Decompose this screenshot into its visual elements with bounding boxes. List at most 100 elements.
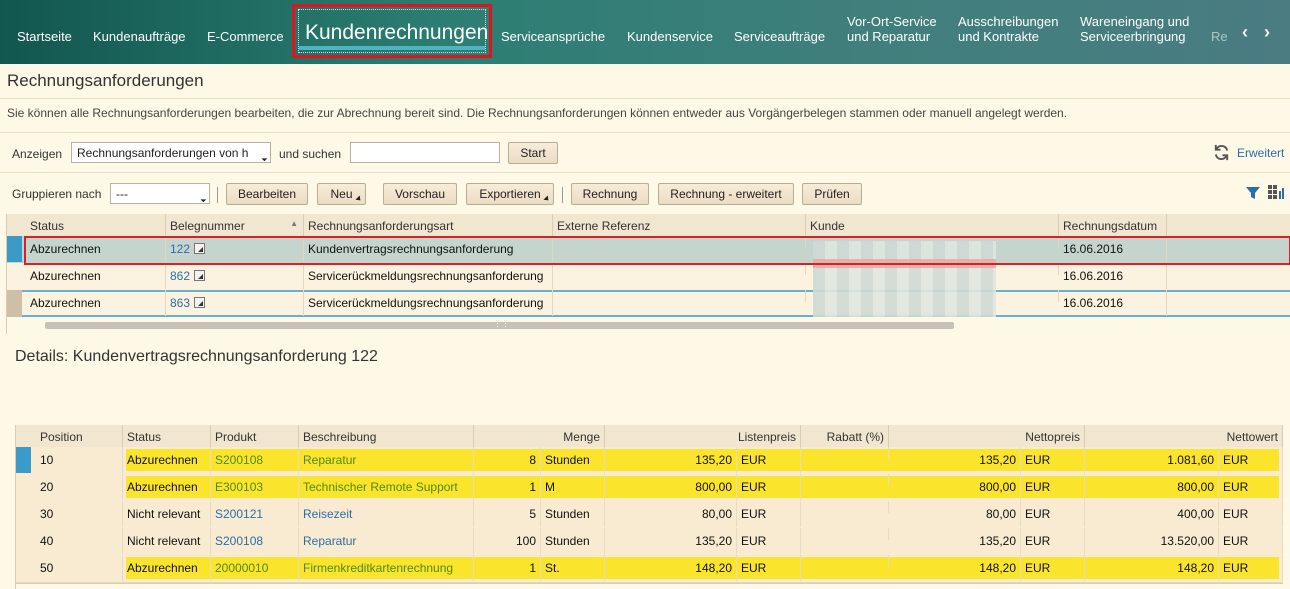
cell-belegnummer[interactable]: 862 [166,263,304,289]
show-query-dropdown[interactable]: Rechnungsanforderungen von h [71,142,271,163]
cell-status: Nicht relevant [123,501,211,527]
row-selector[interactable] [7,236,22,262]
new-button[interactable]: Neu [317,183,366,205]
preview-button[interactable]: Vorschau [383,183,457,205]
cell-listenpreis: 135,20 [605,447,737,473]
row-selector[interactable] [16,474,31,500]
row-selector[interactable] [7,290,22,317]
row-selector[interactable] [16,528,31,554]
table-row[interactable]: 30 Nicht relevant S200121 Reisezeit 5 Stunden… [16,501,1283,529]
cell-listenpreis-waehrung: EUR [737,555,801,581]
nav-item-ecommerce[interactable]: E-Commerce [207,29,284,44]
nav-item-serviceauftraege[interactable]: Serviceaufträge [734,29,825,44]
cell-listenpreis-waehrung: EUR [737,528,801,554]
cell-beschreibung[interactable]: Technischer Remote Support [299,474,474,500]
export-button-label: Exportieren [479,187,541,201]
refresh-icon[interactable] [1212,143,1231,165]
column-header-position[interactable]: Position [36,425,123,449]
edit-button[interactable]: Bearbeiten [226,183,308,205]
table-row[interactable]: 10 Abzurechnen S200108 Reparatur 8 Stunden 135… [16,447,1283,475]
table-settings-icon[interactable] [1268,185,1286,204]
column-header-rabatt[interactable]: Rabatt (%) [801,425,889,449]
nav-item-overflow[interactable]: Re [1211,29,1228,44]
chevron-right-icon[interactable]: › [1264,22,1270,43]
cell-beschreibung[interactable]: Firmenkreditkartenrechnung [299,555,474,581]
details-table: Position Status Produkt Beschreibung Men… [15,425,1283,589]
column-header-belegnummer[interactable]: Belegnummer ▲ [166,214,304,238]
nav-item-ausschreibungen[interactable]: Ausschreibungen und Kontrakte [958,14,1058,44]
cell-nettopreis: 135,20 [889,528,1021,554]
cell-produkt[interactable]: 20000010 [211,555,299,581]
cell-nettowert: 800,00 [1085,474,1219,500]
cell-beschreibung[interactable]: Reparatur [299,528,474,554]
column-header-art[interactable]: Rechnungsanforderungsart [304,214,553,238]
cell-externe-referenz [553,290,806,302]
search-input[interactable] [350,142,500,163]
dropdown-triangle-icon [355,195,363,203]
column-header-nettowert[interactable]: Nettowert [1085,425,1283,449]
cell-produkt[interactable]: S200108 [211,528,299,554]
column-header-rechnungsdatum[interactable]: Rechnungsdatum [1059,214,1167,238]
nav-item-startseite[interactable]: Startseite [17,29,72,44]
column-header-beschreibung[interactable]: Beschreibung [299,425,474,449]
cell-belegnummer[interactable]: 863 [166,290,304,316]
table-row[interactable]: Abzurechnen 862 Servicerückmeldungsrechn… [7,263,1290,290]
cell-nettopreis-waehrung: EUR [1021,528,1085,554]
page-title: Rechnungsanforderungen [7,71,204,90]
column-header-status[interactable]: Status [123,425,211,449]
cell-menge: 5 [474,501,541,527]
invoice-button[interactable]: Rechnung [571,183,649,205]
cell-produkt[interactable]: E300103 [211,474,299,500]
column-header-kunde[interactable]: Kunde [806,214,1059,238]
cell-beschreibung[interactable]: Reparatur [299,447,474,473]
nav-item-kundenauftraege[interactable]: Kundenaufträge [93,29,186,44]
table-row[interactable]: 50 Abzurechnen 20000010 Firmenkreditkartenr… [16,555,1283,583]
nav-item-serviceansprueche[interactable]: Serviceansprüche [501,29,605,44]
cell-listenpreis-waehrung: EUR [737,474,801,500]
cell-beschreibung[interactable]: Reisezeit [299,501,474,527]
column-header-listenpreis[interactable]: Listenpreis [605,425,801,449]
chevron-left-icon[interactable]: ‹ [1242,22,1248,43]
advanced-search-link[interactable]: Erweitert [1237,146,1284,160]
row-selector[interactable] [16,555,31,581]
show-query-value: Rechnungsanforderungen von h [77,146,249,160]
navigate-icon[interactable] [194,270,206,281]
table-row[interactable]: Abzurechnen 863 Servicerückmeldungsrechn… [7,290,1290,317]
cell-status: Abzurechnen [123,447,211,473]
column-header-menge[interactable]: Menge [474,425,605,449]
nav-item-kundenservice[interactable]: Kundenservice [627,29,713,44]
cell-status: Abzurechnen [123,474,211,500]
column-header-externe-referenz[interactable]: Externe Referenz [553,214,806,238]
start-button[interactable]: Start [508,142,558,164]
column-header-status[interactable]: Status [26,214,166,238]
table-row[interactable]: 20 Abzurechnen E300103 Technischer Remote S… [16,474,1283,502]
cell-listenpreis-waehrung: EUR [737,501,801,527]
column-header-nettopreis[interactable]: Nettopreis [889,425,1085,449]
row-selector[interactable] [16,501,31,527]
nav-item-wareneingang[interactable]: Wareneingang und Serviceerbringung [1080,14,1189,44]
cell-listenpreis: 800,00 [605,474,737,500]
nav-item-vor-ort-service[interactable]: Vor-Ort-Service und Reparatur [847,14,937,44]
requests-table: Status Belegnummer ▲ Rechnungsanforderung… [6,214,1290,334]
horizontal-scrollbar[interactable]: ⋮⋮ [45,318,954,329]
check-button[interactable]: Prüfen [802,183,862,205]
document-number-link[interactable]: 862 [170,269,190,283]
nav-item-line1: Wareneingang und [1080,14,1190,29]
cell-nettopreis: 148,20 [889,555,1021,581]
row-selector[interactable] [16,447,31,473]
cell-rabatt [801,501,889,513]
column-header-produkt[interactable]: Produkt [211,425,299,449]
group-by-label: Gruppieren nach [12,187,102,201]
export-button[interactable]: Exportieren [466,183,554,205]
cell-produkt[interactable]: S200108 [211,447,299,473]
group-by-dropdown[interactable]: --- [110,183,210,204]
invoice-extended-button[interactable]: Rechnung - erweitert [658,183,794,205]
navigate-icon[interactable] [194,297,206,308]
table-row[interactable]: 40 Nicht relevant S200108 Reparatur 100 Stund… [16,528,1283,556]
row-selector[interactable] [7,263,22,289]
cell-produkt[interactable]: S200121 [211,501,299,527]
cell-position: 30 [36,501,123,527]
nav-item-kundenrechnungen[interactable]: Kundenrechnungen [292,4,492,58]
filter-icon[interactable] [1245,185,1261,204]
document-number-link[interactable]: 863 [170,296,190,310]
